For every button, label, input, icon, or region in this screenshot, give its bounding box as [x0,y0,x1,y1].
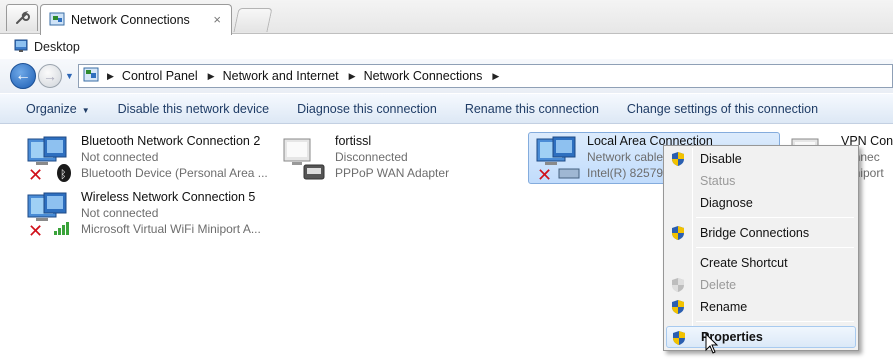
tab-network-connections[interactable]: Network Connections × [40,4,232,35]
breadcrumb-separator-icon[interactable]: ▶ [107,71,114,82]
breadcrumb-separator-icon[interactable]: ▶ [208,71,215,82]
address-row: ← → ▼ ▶ Control Panel ▶ Network and Inte… [0,59,893,93]
network-monitor-icon: ✕ [26,191,74,242]
mouse-cursor-icon [705,332,719,358]
context-menu: Disable Status Diagnose Bridge Connectio… [663,145,859,351]
connection-status: Not connected [81,206,159,220]
menu-separator [696,247,854,248]
uac-shield-icon [670,225,686,241]
network-folder-icon [49,11,65,30]
menu-item-bridge[interactable]: Bridge Connections [666,222,856,244]
connection-device: Intel(R) 82579L [587,166,670,180]
connection-device: PPPoP WAN Adapter [335,166,450,180]
menu-label: Delete [700,278,737,292]
breadcrumb-control-panel[interactable]: Control Panel [122,69,198,83]
connection-fortissl[interactable]: fortissl Disconnected PPPoP WAN Adapter [270,133,520,185]
menu-label: Status [700,174,736,188]
svg-text:✕: ✕ [537,165,552,183]
wrench-icon[interactable] [6,4,38,31]
breadcrumb-separator-icon[interactable]: ▶ [492,71,499,82]
connection-device: Microsoft Virtual WiFi Miniport A... [81,222,261,236]
menu-label: Create Shortcut [700,256,788,270]
menu-separator [696,321,854,322]
history-dropdown-icon[interactable]: ▼ [65,71,74,81]
bookmark-bar: Desktop [0,35,893,59]
bookmark-desktop[interactable]: Desktop [34,40,80,54]
connection-status: Not connected [81,150,159,164]
breadcrumb-network-connections[interactable]: Network Connections [364,69,483,83]
dialup-computer-icon [280,135,328,183]
connection-status: Disconnected [335,150,408,164]
breadcrumb-network-and-internet[interactable]: Network and Internet [223,69,339,83]
chevron-down-icon: ▼ [81,105,90,115]
forward-button[interactable]: → [38,64,62,88]
menu-item-rename[interactable]: Rename [666,296,856,318]
network-monitor-icon: ✕ ᛒ [26,135,74,186]
menu-item-disable[interactable]: Disable [666,148,856,170]
back-button[interactable]: ← [10,63,36,89]
uac-shield-icon [670,151,686,167]
connection-name: Bluetooth Network Connection 2 [81,134,261,148]
connection-bluetooth[interactable]: ✕ ᛒ Bluetooth Network Connection 2 Not c… [16,133,268,186]
menu-item-diagnose[interactable]: Diagnose [666,192,856,214]
uac-shield-icon [671,330,687,346]
connection-name: Wireless Network Connection 5 [81,190,256,204]
menu-label: Rename [700,300,748,314]
menu-label: Disable [700,152,742,166]
svg-text:✕: ✕ [28,165,43,183]
network-monitor-icon: ✕ [535,135,583,186]
connection-device: Bluetooth Device (Personal Area ... [81,166,268,180]
uac-shield-icon [670,299,686,315]
desktop-icon [14,39,28,56]
menu-item-delete[interactable]: Delete [666,274,856,296]
uac-shield-icon [670,277,686,293]
menu-item-properties[interactable]: Properties [666,326,856,348]
address-bar[interactable]: ▶ Control Panel ▶ Network and Internet ▶… [78,64,893,88]
menu-label: Bridge Connections [700,226,810,240]
disable-device-button[interactable]: Disable this network device [104,102,283,116]
tab-strip: Network Connections × [0,0,893,35]
new-tab-button[interactable] [233,8,273,32]
organize-menu[interactable]: Organize ▼ [0,102,104,116]
svg-text:✕: ✕ [28,221,43,239]
organize-label: Organize [26,101,77,116]
close-tab-icon[interactable]: × [213,12,221,27]
menu-label: Diagnose [700,196,753,210]
connection-status: Network cable [587,150,664,164]
menu-item-status[interactable]: Status [666,170,856,192]
command-bar: Organize ▼ Disable this network device Di… [0,94,893,124]
breadcrumb-separator-icon[interactable]: ▶ [349,71,356,82]
connection-wireless[interactable]: ✕ Wireless Network Connection 5 Not conn… [16,189,266,242]
diagnose-connection-button[interactable]: Diagnose this connection [283,102,451,116]
forward-arrow-icon: → [43,68,57,84]
back-arrow-icon: ← [15,67,31,84]
rename-connection-button[interactable]: Rename this connection [451,102,613,116]
tab-title: Network Connections [71,13,190,27]
svg-text:ᛒ: ᛒ [60,168,67,181]
menu-item-create-shortcut[interactable]: Create Shortcut [666,252,856,274]
menu-separator [696,217,854,218]
control-panel-icon [83,67,101,86]
change-settings-button[interactable]: Change settings of this connection [613,102,832,116]
connection-name: fortissl [335,134,372,148]
